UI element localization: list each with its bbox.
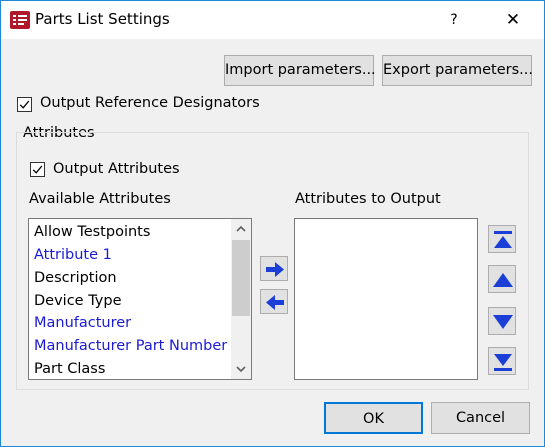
move-up-button[interactable] (488, 265, 516, 293)
checkmark-icon (32, 165, 43, 174)
move-down-button[interactable] (488, 307, 516, 335)
output-attributes-checkbox[interactable] (30, 162, 45, 177)
export-parameters-button[interactable]: Export parameters... (382, 55, 533, 86)
attributes-to-output-list[interactable] (294, 218, 478, 380)
app-icon (10, 11, 30, 29)
available-attributes-list[interactable]: Allow Testpoints Attribute 1 Description… (28, 218, 252, 380)
remove-attribute-button[interactable] (260, 289, 288, 314)
import-parameters-button[interactable]: Import parameters... (224, 55, 376, 86)
vertical-scrollbar[interactable] (231, 219, 251, 379)
move-to-top-icon (494, 231, 512, 248)
scroll-down-icon[interactable] (231, 361, 251, 377)
list-item[interactable]: Device Type (34, 293, 122, 309)
move-to-bottom-icon (494, 354, 512, 371)
move-up-icon (493, 273, 513, 287)
list-item[interactable]: Manufacturer Part Number (34, 338, 227, 354)
parts-list-settings-dialog: Parts List Settings ? ✕ Import parameter… (0, 0, 545, 447)
arrow-left-icon (266, 295, 284, 310)
list-item[interactable]: Description (34, 270, 117, 286)
available-attributes-label: Available Attributes (29, 191, 171, 207)
scroll-thumb[interactable] (232, 240, 250, 316)
move-to-top-button[interactable] (488, 225, 516, 253)
move-to-bottom-button[interactable] (488, 347, 516, 375)
ok-button[interactable]: OK (324, 402, 423, 434)
output-ref-designators-label: Output Reference Designators (40, 95, 260, 111)
move-down-icon (493, 315, 513, 329)
arrow-right-icon (266, 262, 284, 277)
list-item[interactable]: Attribute 1 (34, 247, 112, 263)
add-attribute-button[interactable] (260, 256, 288, 281)
cancel-button[interactable]: Cancel (431, 402, 530, 434)
scroll-up-icon[interactable] (231, 221, 251, 237)
attributes-to-output-label: Attributes to Output (295, 191, 441, 207)
help-button[interactable]: ? (444, 10, 464, 30)
output-attributes-label: Output Attributes (53, 161, 180, 177)
output-ref-designators-checkbox[interactable] (17, 97, 32, 112)
close-button[interactable]: ✕ (501, 10, 525, 30)
window-title: Parts List Settings (35, 10, 170, 28)
list-item[interactable]: Part Class (34, 361, 105, 377)
list-item[interactable]: Allow Testpoints (34, 224, 150, 240)
list-item[interactable]: Manufacturer (34, 315, 131, 331)
checkmark-icon (19, 100, 30, 109)
title-bar: Parts List Settings ? ✕ (1, 1, 544, 39)
